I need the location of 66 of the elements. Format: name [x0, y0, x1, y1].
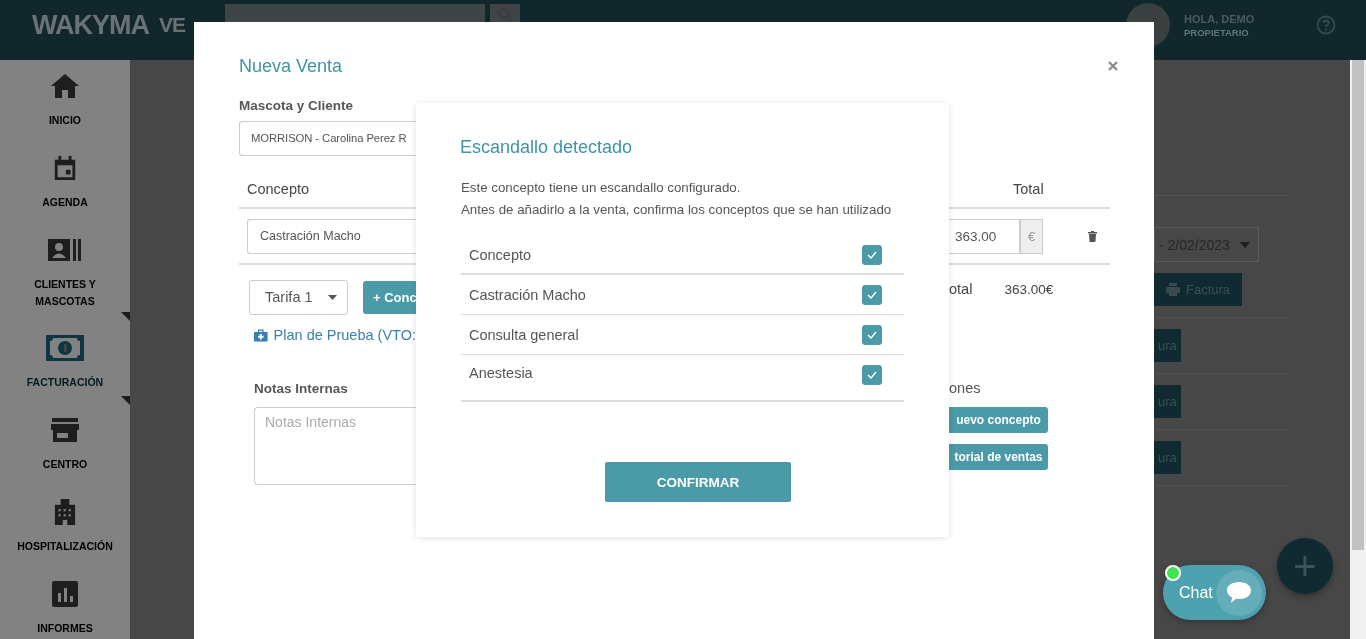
search-icon: [498, 7, 512, 21]
home-icon: [50, 73, 80, 99]
field-label: Notas Internas: [254, 380, 348, 396]
sidebar-item[interactable]: INFORMES: [0, 569, 130, 639]
currency-addon: €: [1020, 218, 1043, 254]
select-all-checkbox[interactable]: [862, 244, 882, 265]
check-icon: [867, 290, 877, 299]
sidebar-item[interactable]: HOSPITALIZACIÓN: [0, 487, 130, 569]
column-header: Concepto: [469, 246, 532, 263]
add-concept-button[interactable]: + Conc: [363, 280, 416, 314]
action-button[interactable]: uevo concepto: [949, 407, 1048, 433]
checkbox[interactable]: [862, 365, 882, 385]
help-icon[interactable]: [1316, 15, 1336, 35]
user-role: PROPIETARIO: [1184, 26, 1250, 38]
action-button[interactable]: torial de ventas: [949, 444, 1048, 470]
checkbox[interactable]: [862, 284, 882, 305]
close-icon[interactable]: [1108, 61, 1118, 71]
logo: WAKYMA: [32, 10, 149, 41]
sidebar-label: AGENDA: [41, 195, 89, 210]
check-icon: [867, 371, 877, 379]
concept-field[interactable]: Castración Macho: [247, 218, 416, 254]
sidebar-item[interactable]: FACTURACIÓN: [0, 323, 130, 405]
banknote-icon: [46, 335, 84, 361]
check-icon: [867, 250, 877, 259]
trash-icon[interactable]: [1088, 230, 1097, 242]
medical-kit-icon: [254, 327, 268, 343]
concept-name: Consulta general: [469, 326, 579, 343]
modal-title: Nueva Venta: [239, 55, 343, 77]
scrollbar[interactable]: [1350, 60, 1366, 639]
store-icon: [51, 417, 79, 443]
logo-fragment: VE: [159, 13, 185, 37]
notes-field[interactable]: Notas Internas: [254, 407, 416, 485]
field-label: Mascota y Cliente: [239, 97, 354, 113]
caret-icon: [328, 294, 337, 300]
tariff-select[interactable]: Tarifa 1: [249, 279, 348, 315]
concept-name: Castración Macho: [469, 286, 586, 303]
printer-icon: [1166, 283, 1180, 296]
sidebar-label: HOSPITALIZACIÓN: [16, 539, 114, 554]
caret-icon: [1240, 241, 1250, 248]
chat-button[interactable]: Chat: [1163, 565, 1266, 620]
column-header: Total: [1012, 180, 1044, 197]
sidebar-label: INFORMES: [36, 621, 94, 636]
concept-name: Anestesia: [469, 365, 533, 381]
sidebar-item[interactable]: INICIO: [0, 61, 130, 143]
speech-bubble-icon: [1226, 580, 1252, 605]
client-field[interactable]: MORRISON - Carolina Perez R: [239, 121, 416, 156]
sidebar-item[interactable]: AGENDA: [0, 143, 130, 225]
contact-card-icon: [48, 237, 82, 263]
sidebar-item[interactable]: CENTRO: [0, 405, 130, 487]
checkbox[interactable]: [862, 324, 882, 345]
check-icon: [867, 330, 877, 339]
user-greeting: HOLA, DEMO: [1184, 12, 1256, 25]
bar-chart-icon: [52, 581, 78, 607]
sidebar-label: INICIO: [47, 113, 83, 128]
subtotal-value: 363.00€: [1004, 281, 1054, 297]
column-header: Concepto: [246, 180, 310, 197]
plan-link[interactable]: Plan de Prueba (VTO:: [273, 327, 416, 343]
subtotal-label: otal: [949, 281, 973, 297]
confirm-button[interactable]: CONFIRMAR: [605, 462, 791, 502]
calendar-icon: [52, 155, 78, 181]
section-label: ones: [949, 380, 981, 396]
dialog-message: Este concepto tiene un escandallo configurado.: [461, 179, 742, 197]
sidebar-label: CENTRO: [41, 457, 89, 472]
sidebar-label: FACTURACIÓN: [25, 375, 105, 390]
dialog-message: Antes de añadirlo a la venta, confirma los conceptos que se han utilizado: [461, 201, 893, 219]
dialog-title: Escandallo detectado: [460, 137, 634, 158]
